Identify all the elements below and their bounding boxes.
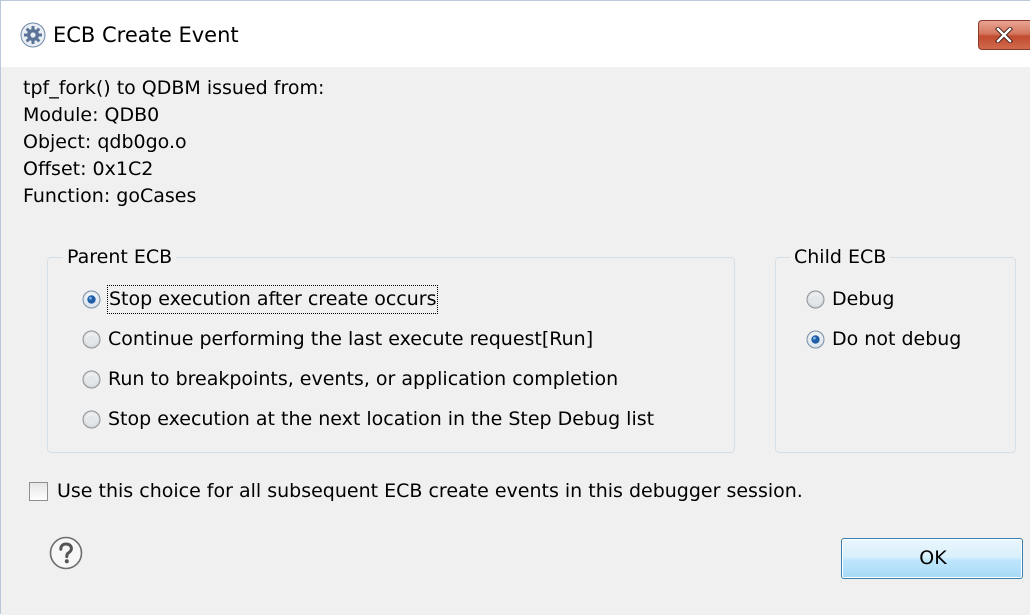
- ok-button[interactable]: OK: [841, 538, 1023, 579]
- title-bar[interactable]: ECB Create Event: [1, 1, 1030, 67]
- radio-label: Run to breakpoints, events, or applicati…: [108, 368, 619, 390]
- radio-label: Do not debug: [832, 328, 962, 350]
- radio-selected-icon: [82, 290, 101, 309]
- dialog-body: tpf_fork() to QDBM issued from: Module: …: [1, 67, 1030, 615]
- radio-label: Debug: [832, 288, 895, 310]
- info-line-offset: Offset: 0x1C2: [23, 158, 154, 180]
- radio-label: Stop execution at the next location in t…: [108, 408, 655, 430]
- radio-label: Stop execution after create occurs: [106, 285, 439, 314]
- dialog-window: ECB Create Event tpf_fork() to QDBM issu…: [0, 0, 1030, 615]
- checkbox-box[interactable]: [29, 482, 48, 501]
- close-icon: [995, 27, 1013, 43]
- info-line-issued-from: tpf_fork() to QDBM issued from:: [23, 77, 325, 99]
- info-line-module: Module: QDB0: [23, 104, 160, 126]
- radio-unselected-icon: [82, 330, 101, 349]
- radio-unselected-icon: [82, 370, 101, 389]
- dialog-title: ECB Create Event: [53, 23, 239, 47]
- close-button[interactable]: [978, 20, 1030, 50]
- info-line-function: Function: goCases: [23, 185, 197, 207]
- ok-button-label: OK: [919, 547, 947, 569]
- gear-icon: [20, 22, 46, 48]
- help-icon[interactable]: [49, 536, 83, 570]
- radio-unselected-icon: [82, 410, 101, 429]
- checkbox-label: Use this choice for all subsequent ECB c…: [57, 480, 803, 502]
- info-line-object: Object: qdb0go.o: [23, 131, 187, 153]
- child-ecb-group: Child ECB Debug Do not debug: [775, 244, 1016, 453]
- radio-selected-icon: [806, 330, 825, 349]
- child-ecb-legend: Child ECB: [790, 244, 891, 270]
- radio-unselected-icon: [806, 290, 825, 309]
- radio-label: Continue performing the last execute req…: [108, 328, 594, 350]
- parent-ecb-group: Parent ECB Stop execution after create o…: [47, 244, 735, 453]
- parent-ecb-legend: Parent ECB: [63, 244, 177, 270]
